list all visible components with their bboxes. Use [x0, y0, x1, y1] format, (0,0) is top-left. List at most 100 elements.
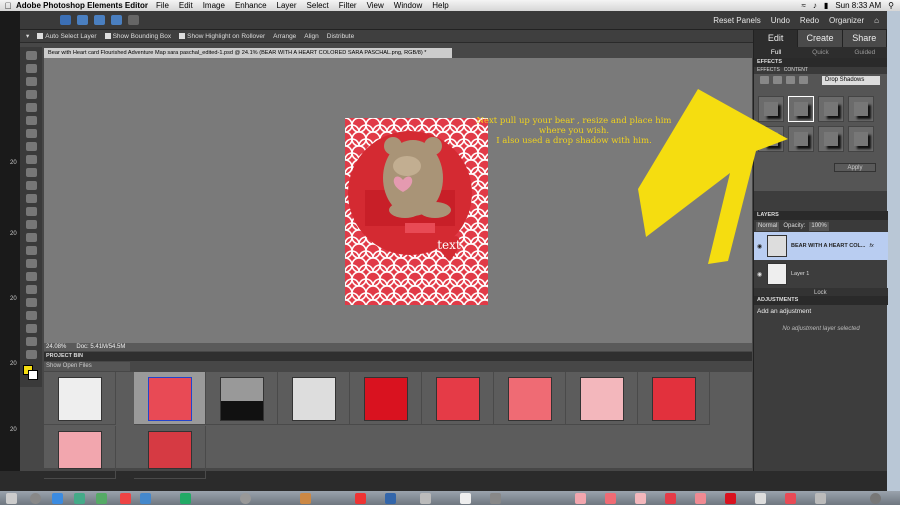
- dock-document[interactable]: [815, 493, 826, 504]
- redo-button[interactable]: Redo: [800, 16, 819, 25]
- home-icon[interactable]: ⌂: [874, 16, 879, 25]
- project-bin-header[interactable]: PROJECT BIN: [44, 352, 752, 361]
- shadow-swatch[interactable]: [818, 96, 844, 122]
- blur-tool-icon[interactable]: [25, 324, 37, 333]
- dock-document[interactable]: [635, 493, 646, 504]
- app-icon[interactable]: [240, 493, 251, 504]
- straighten-tool-icon[interactable]: [25, 194, 37, 203]
- crop-tool-icon[interactable]: [25, 168, 37, 177]
- photo-effects-icon[interactable]: [786, 76, 795, 84]
- move-tool-icon[interactable]: [25, 51, 37, 60]
- app-icon[interactable]: [120, 493, 131, 504]
- app-name[interactable]: Adobe Photoshop Elements Editor: [16, 1, 148, 10]
- apply-button[interactable]: Apply: [834, 163, 876, 172]
- dock-document[interactable]: [490, 493, 501, 504]
- type-tool-icon[interactable]: [25, 155, 37, 164]
- show-highlight-checkbox[interactable]: Show Highlight on Rollover: [179, 33, 265, 40]
- distribute-button[interactable]: Distribute: [327, 33, 354, 40]
- marquee-tool-icon[interactable]: [25, 103, 37, 112]
- bin-thumb[interactable]: [278, 372, 350, 425]
- filters-icon[interactable]: [760, 76, 769, 84]
- opacity-input[interactable]: 100%: [809, 221, 829, 231]
- organizer-button[interactable]: Organizer: [829, 16, 864, 25]
- effects-category-select[interactable]: Drop Shadows: [822, 75, 880, 85]
- fx-icon[interactable]: fx: [869, 243, 873, 249]
- menu-layer[interactable]: Layer: [277, 1, 297, 10]
- align-button[interactable]: Align: [304, 33, 318, 40]
- move-tool-dropdown-icon[interactable]: ▾: [26, 32, 29, 40]
- tab-create[interactable]: Create: [798, 30, 843, 47]
- menu-image[interactable]: Image: [203, 1, 225, 10]
- tab-quick[interactable]: Quick: [798, 47, 842, 58]
- dock-document[interactable]: [755, 493, 766, 504]
- app-icon[interactable]: [385, 493, 396, 504]
- wifi-icon[interactable]: ≈: [802, 1, 806, 10]
- app-icon[interactable]: [355, 493, 366, 504]
- color-swatches[interactable]: [23, 365, 39, 381]
- content-tab[interactable]: CONTENT: [784, 67, 808, 74]
- app-icon[interactable]: [96, 493, 107, 504]
- bin-thumb[interactable]: [206, 372, 278, 425]
- zoom-level[interactable]: 24.08%: [46, 343, 66, 351]
- battery-icon[interactable]: ▮: [824, 1, 828, 10]
- clone-stamp-icon[interactable]: [25, 233, 37, 242]
- brush-tool-icon[interactable]: [25, 259, 37, 268]
- eyedropper-tool-icon[interactable]: [25, 90, 37, 99]
- app-icon[interactable]: [140, 493, 151, 504]
- dock-document[interactable]: [695, 493, 706, 504]
- save-icon[interactable]: [94, 15, 105, 25]
- menu-filter[interactable]: Filter: [339, 1, 357, 10]
- dock-document[interactable]: [460, 493, 471, 504]
- spotlight-icon[interactable]: ⚲: [888, 1, 894, 10]
- menu-view[interactable]: View: [367, 1, 384, 10]
- selection-brush-icon[interactable]: [25, 142, 37, 151]
- tab-share[interactable]: Share: [842, 30, 887, 47]
- tab-edit[interactable]: Edit: [754, 30, 799, 47]
- magic-wand-tool-icon[interactable]: [25, 129, 37, 138]
- eraser-tool-icon[interactable]: [25, 246, 37, 255]
- smart-brush-icon[interactable]: [25, 272, 37, 281]
- tab-full[interactable]: Full: [754, 47, 798, 58]
- dock-document[interactable]: [605, 493, 616, 504]
- dock-document[interactable]: [725, 493, 736, 504]
- healing-brush-icon[interactable]: [25, 220, 37, 229]
- cookie-cutter-icon[interactable]: [25, 181, 37, 190]
- app-icon[interactable]: [52, 493, 63, 504]
- zoom-tool-icon[interactable]: [25, 64, 37, 73]
- bin-thumb[interactable]: [44, 372, 116, 425]
- menu-help[interactable]: Help: [432, 1, 448, 10]
- bin-show-select[interactable]: Show Open Files: [44, 362, 130, 371]
- workspace-icon[interactable]: [128, 15, 139, 25]
- shadow-swatch[interactable]: [848, 96, 874, 122]
- show-bounding-box-checkbox[interactable]: Show Bounding Box: [104, 33, 171, 40]
- arrange-button[interactable]: Arrange: [273, 33, 296, 40]
- bin-thumb[interactable]: [422, 372, 494, 425]
- shadow-swatch[interactable]: [848, 126, 874, 152]
- hand-tool-icon[interactable]: [25, 77, 37, 86]
- clock[interactable]: Sun 8:33 AM: [835, 1, 881, 10]
- dock-document[interactable]: [665, 493, 676, 504]
- app-icon[interactable]: [420, 493, 431, 504]
- dock-document[interactable]: [575, 493, 586, 504]
- visibility-eye-icon[interactable]: ◉: [757, 271, 763, 278]
- bin-thumb[interactable]: [566, 372, 638, 425]
- shadow-swatch[interactable]: [818, 126, 844, 152]
- lasso-tool-icon[interactable]: [25, 116, 37, 125]
- menu-window[interactable]: Window: [394, 1, 422, 10]
- document-tab[interactable]: Bear with Heart card Flourished Adventur…: [44, 48, 452, 58]
- bin-thumb-selected[interactable]: [134, 372, 206, 425]
- app-icon[interactable]: [30, 493, 41, 504]
- bin-thumb[interactable]: [350, 372, 422, 425]
- menu-edit[interactable]: Edit: [179, 1, 193, 10]
- app-icon[interactable]: [300, 493, 311, 504]
- menu-file[interactable]: File: [156, 1, 169, 10]
- lock-label[interactable]: Lock: [814, 290, 827, 296]
- menu-select[interactable]: Select: [307, 1, 329, 10]
- app-icon[interactable]: [180, 493, 191, 504]
- open-icon[interactable]: [77, 15, 88, 25]
- reset-panels-button[interactable]: Reset Panels: [713, 16, 761, 25]
- apple-icon[interactable]: : [0, 1, 16, 11]
- pencil-tool-icon[interactable]: [25, 350, 37, 359]
- undo-button[interactable]: Undo: [771, 16, 790, 25]
- menu-enhance[interactable]: Enhance: [235, 1, 267, 10]
